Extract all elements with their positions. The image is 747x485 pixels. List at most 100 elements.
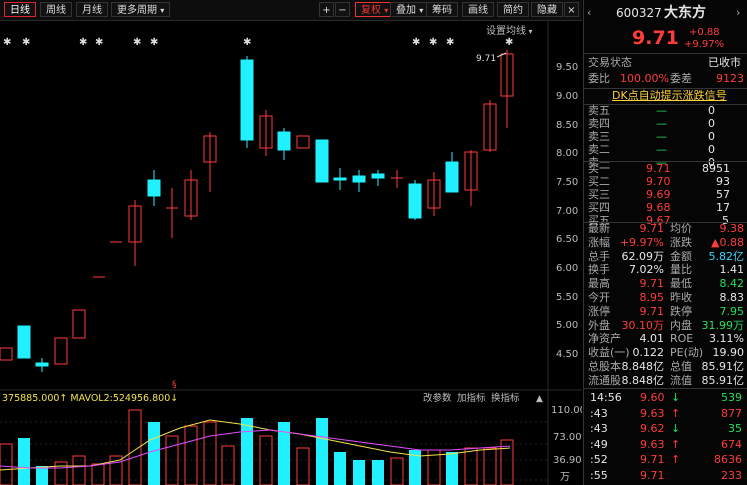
scroll-up-icon[interactable]: ▲ — [536, 394, 543, 404]
stat-value: 0.122 — [632, 346, 665, 360]
stat-value: 62.09万 — [621, 249, 665, 263]
period-day-tab[interactable]: 日线 — [4, 2, 36, 17]
price-tick: 4.50 — [556, 349, 578, 360]
bid-label: 买一 — [588, 162, 610, 175]
price-tick: 5.00 — [556, 320, 578, 331]
stat-value: 9.38 — [719, 222, 745, 235]
stat-value: 85.91亿 — [701, 360, 745, 373]
overlay-dropdown[interactable]: 叠加 ▾ — [390, 2, 430, 17]
stat-value: 3.11% — [709, 332, 744, 346]
stat-label: 涨幅 — [588, 235, 610, 249]
candle-down — [352, 175, 366, 183]
volume-bar-up — [184, 425, 198, 485]
signal-marker-icon: ✱ — [412, 37, 420, 48]
weibi-label: 委比 — [588, 72, 610, 85]
volume-tick: 110.00 — [551, 405, 582, 416]
zoom-in-button[interactable]: + — [319, 2, 334, 17]
stat-label: 外盘 — [588, 318, 610, 332]
edit-params-button[interactable]: 改参数 — [423, 392, 452, 404]
add-indicator-button[interactable]: 加指标 — [457, 392, 486, 404]
tick-price: 9.63 — [640, 437, 665, 451]
stat-label: 最高 — [588, 277, 610, 291]
prev-stock-icon[interactable]: ‹ — [587, 3, 591, 23]
price-tick: 8.50 — [556, 120, 578, 131]
tick-row: :52 9.71 ↑ 8636 — [584, 452, 747, 467]
simple-mode-button[interactable]: 简约 — [497, 2, 529, 17]
price-tick: 9.50 — [556, 62, 578, 73]
chevron-down-icon: ▾ — [160, 6, 165, 15]
bid-label: 买四 — [588, 201, 610, 214]
chevron-down-icon: ▾ — [384, 6, 389, 15]
candle-down — [371, 173, 385, 179]
tick-time: 14:56 — [590, 391, 622, 404]
stat-label: 总值 — [670, 360, 692, 373]
stat-label: 净资产 — [588, 332, 621, 346]
adjust-dropdown[interactable]: 复权 ▾ — [355, 2, 395, 17]
hide-button[interactable]: 隐藏 — [531, 2, 563, 17]
arrow-down-icon: ↓ — [671, 391, 681, 404]
chevron-down-icon: ▾ — [419, 6, 424, 15]
ask-label: 卖三 — [588, 130, 610, 143]
stat-value: 9.71 — [639, 304, 665, 318]
signal-link[interactable]: DK点自动提示涨跌信号 — [612, 88, 727, 104]
candle-up — [296, 135, 310, 149]
signal-marker-icon: ✱ — [505, 37, 513, 48]
volume-bar-up — [0, 443, 13, 485]
zoom-out-button[interactable]: − — [335, 2, 350, 17]
weicha-value: 9123 — [716, 72, 744, 85]
stat-label: ROE — [670, 332, 694, 346]
more-periods-dropdown[interactable]: 更多周期 ▾ — [111, 2, 171, 17]
candle-down — [445, 161, 459, 193]
stat-value: ▲0.88 — [711, 235, 744, 249]
event-marker-icon: § — [172, 380, 177, 390]
stat-label: 最低 — [670, 277, 692, 291]
close-icon[interactable]: × — [564, 2, 579, 17]
stat-label: 收益(一) — [588, 346, 630, 360]
ask-volume: 0 — [708, 130, 715, 143]
period-month-tab[interactable]: 月线 — [76, 2, 108, 17]
stat-label: 涨跌 — [670, 235, 692, 249]
volume-bars — [0, 409, 514, 485]
volume-bar-down — [148, 422, 160, 485]
volume-bar-down — [18, 438, 30, 485]
next-stock-icon[interactable]: › — [736, 3, 740, 23]
period-week-tab[interactable]: 周线 — [40, 2, 72, 17]
stat-value: 8.83 — [719, 291, 745, 304]
candle-up — [54, 337, 68, 365]
volume-bar-up — [72, 455, 86, 485]
volume-bar-up — [91, 463, 105, 485]
switch-indicator-button[interactable]: 换指标 — [491, 392, 520, 404]
kline-chart[interactable]: 9.50 9.00 8.50 8.00 7.50 7.00 6.50 6.00 … — [0, 20, 582, 485]
volume-bar-down — [316, 418, 328, 485]
stat-value: 8.848亿 — [621, 373, 665, 387]
volume-bar-down — [372, 460, 384, 485]
ask-label: 卖四 — [588, 117, 610, 130]
tick-time: :49 — [590, 437, 608, 451]
stat-row: 外盘 30.10万 内盘 31.99万 — [584, 319, 747, 333]
tick-row: :49 9.63 ↑ 674 — [584, 437, 747, 452]
volume-tick: 73.00 — [553, 432, 582, 443]
candle-down — [35, 362, 49, 367]
volume-bar-up — [390, 457, 404, 485]
weibi-value: 100.00% — [620, 72, 669, 85]
chips-button[interactable]: 筹码 — [426, 2, 458, 17]
stat-value: 85.91亿 — [701, 373, 745, 387]
mavol-line-2 — [0, 429, 511, 469]
draw-line-button[interactable]: 画线 — [462, 2, 494, 17]
bid-label: 买三 — [588, 188, 610, 201]
ask-price: — — [656, 117, 667, 130]
signal-marker-icon: ✱ — [22, 37, 30, 48]
stat-label: 换手 — [588, 263, 610, 277]
signal-marker-icon: ✱ — [79, 37, 87, 48]
price-change-pct: +9.97% — [684, 39, 725, 50]
ask-label: 卖五 — [588, 104, 610, 117]
stat-row: 涨停 9.71 跌停 7.95 — [584, 305, 747, 319]
stat-row: 总股本 8.848亿 总值 85.91亿 — [584, 360, 747, 374]
tick-volume: 877 — [721, 406, 742, 420]
tick-volume: 674 — [721, 437, 742, 451]
stat-value: 7.95 — [719, 304, 745, 318]
price-tick: 6.50 — [556, 234, 578, 245]
ask-volume: 0 — [708, 117, 715, 130]
stat-value: 7.02% — [629, 263, 664, 277]
tick-time: :43 — [590, 422, 608, 435]
